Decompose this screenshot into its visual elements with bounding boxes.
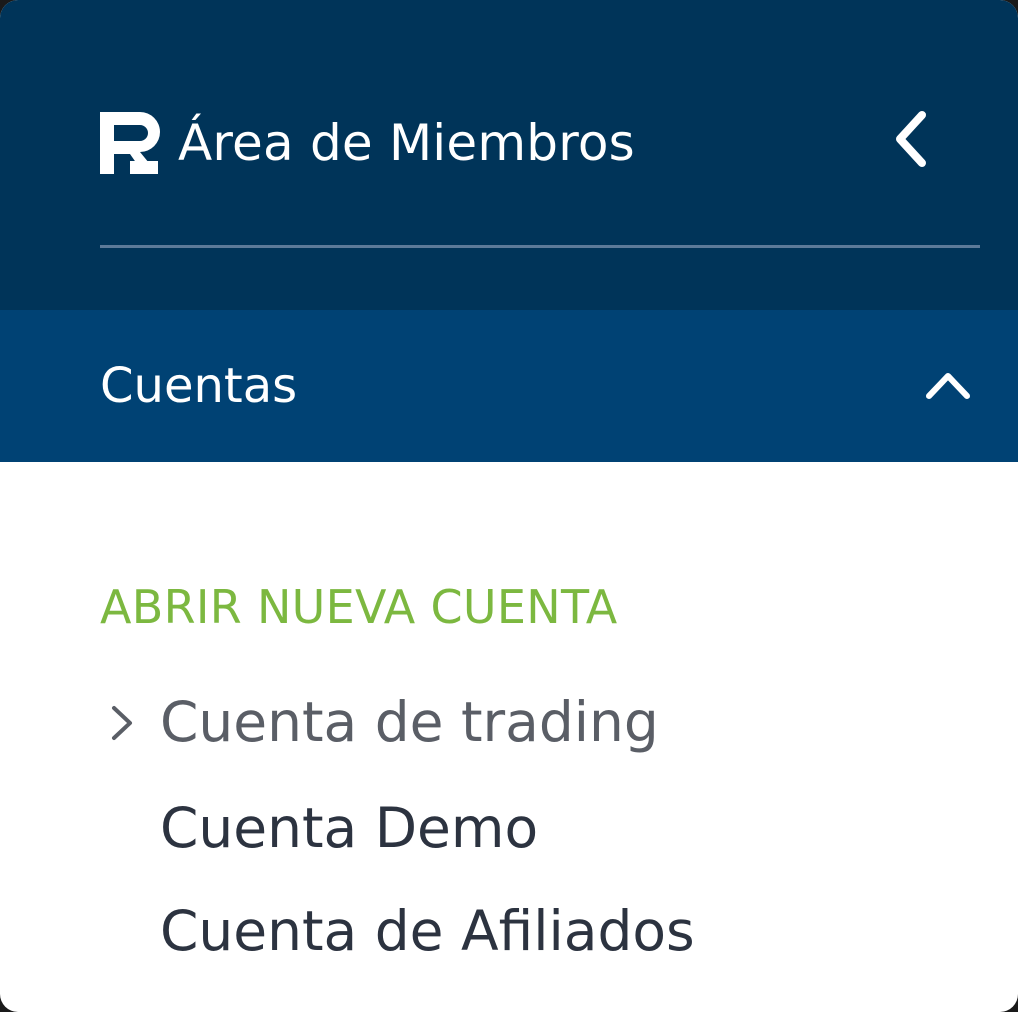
page-title: Área de Miembros [178, 114, 635, 172]
menu-item-affiliate-account[interactable]: Cuenta de Afiliados [160, 893, 695, 969]
collapse-menu-button[interactable] [880, 104, 944, 174]
accounts-section-label: Cuentas [100, 358, 298, 414]
menu-header: Área de Miembros [0, 0, 1018, 310]
members-area-menu-panel: Área de Miembros Cuentas ABRIR NUEVA CUE… [0, 0, 1018, 1012]
header-divider [100, 245, 980, 248]
chevron-right-icon [112, 706, 132, 740]
chevron-left-icon [896, 111, 926, 167]
chevron-up-icon [926, 373, 970, 399]
roboforex-r-logo-icon [100, 112, 160, 174]
menu-item-demo-account[interactable]: Cuenta Demo [160, 790, 538, 866]
accounts-collapse-button[interactable] [918, 356, 978, 412]
menu-item-trading-account[interactable]: Cuenta de trading [160, 684, 659, 760]
open-new-account-heading: ABRIR NUEVA CUENTA [100, 580, 618, 634]
